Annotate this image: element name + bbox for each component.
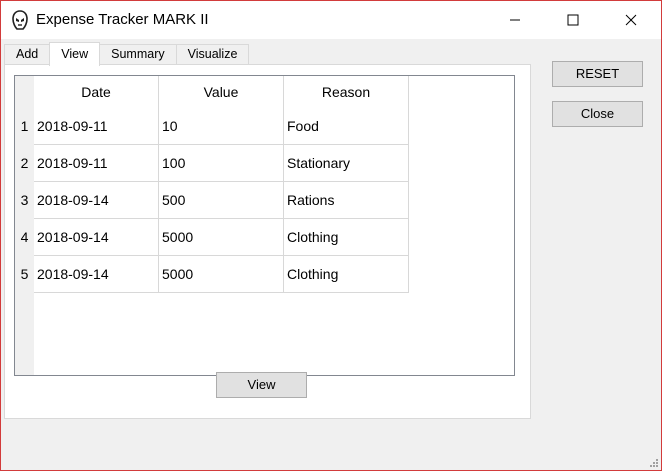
date-cell[interactable]: 2018-09-11 xyxy=(34,145,159,182)
minimize-icon xyxy=(510,19,520,21)
maximize-icon xyxy=(567,14,579,26)
reason-cell[interactable]: Clothing xyxy=(284,256,409,293)
row-number[interactable]: 4 xyxy=(15,219,34,256)
header-row: Date Value Reason xyxy=(15,76,409,108)
view-button[interactable]: View xyxy=(216,372,307,398)
value-cell[interactable]: 10 xyxy=(159,108,284,145)
helmet-icon xyxy=(12,10,28,30)
window-title: Expense Tracker MARK II xyxy=(36,11,209,28)
table-row[interactable]: 3 2018-09-14 500 Rations xyxy=(15,182,409,219)
reason-cell[interactable]: Clothing xyxy=(284,219,409,256)
date-cell[interactable]: 2018-09-14 xyxy=(34,219,159,256)
table-row[interactable]: 1 2018-09-11 10 Food xyxy=(15,108,409,145)
table-row[interactable]: 4 2018-09-14 5000 Clothing xyxy=(15,219,409,256)
reason-cell[interactable]: Stationary xyxy=(284,145,409,182)
column-header-value[interactable]: Value xyxy=(159,76,284,108)
expense-table[interactable]: Date Value Reason 1 2018-09-11 10 Food 2… xyxy=(14,75,515,376)
tab-visualize[interactable]: Visualize xyxy=(175,44,250,64)
title-bar[interactable]: Expense Tracker MARK II xyxy=(1,1,661,39)
minimize-button[interactable] xyxy=(486,1,544,39)
close-window-button[interactable] xyxy=(602,1,660,39)
date-cell[interactable]: 2018-09-14 xyxy=(34,182,159,219)
app-window: Expense Tracker MARK II Add View Summary… xyxy=(0,0,662,471)
row-number[interactable]: 3 xyxy=(15,182,34,219)
close-button[interactable]: Close xyxy=(552,101,643,127)
date-cell[interactable]: 2018-09-14 xyxy=(34,256,159,293)
tab-summary[interactable]: Summary xyxy=(99,44,177,64)
table-grid: Date Value Reason 1 2018-09-11 10 Food 2… xyxy=(15,76,409,293)
tab-view[interactable]: View xyxy=(49,42,101,66)
value-cell[interactable]: 500 xyxy=(159,182,284,219)
column-header-date[interactable]: Date xyxy=(34,76,159,108)
row-number[interactable]: 5 xyxy=(15,256,34,293)
resize-grip-icon[interactable] xyxy=(649,458,659,468)
view-tab-panel: Date Value Reason 1 2018-09-11 10 Food 2… xyxy=(4,64,531,419)
tab-bar: Add View Summary Visualize xyxy=(4,42,250,66)
tab-add[interactable]: Add xyxy=(4,44,51,64)
date-cell[interactable]: 2018-09-11 xyxy=(34,108,159,145)
value-cell[interactable]: 5000 xyxy=(159,219,284,256)
corner-cell xyxy=(15,76,34,108)
column-header-reason[interactable]: Reason xyxy=(284,76,409,108)
reset-button[interactable]: RESET xyxy=(552,61,643,87)
reason-cell[interactable]: Rations xyxy=(284,182,409,219)
value-cell[interactable]: 100 xyxy=(159,145,284,182)
close-icon xyxy=(625,14,637,26)
tab-notebook: Add View Summary Visualize Date Value Re… xyxy=(4,39,531,419)
table-row[interactable]: 5 2018-09-14 5000 Clothing xyxy=(15,256,409,293)
table-row[interactable]: 2 2018-09-11 100 Stationary xyxy=(15,145,409,182)
maximize-button[interactable] xyxy=(544,1,602,39)
value-cell[interactable]: 5000 xyxy=(159,256,284,293)
reason-cell[interactable]: Food xyxy=(284,108,409,145)
row-number[interactable]: 1 xyxy=(15,108,34,145)
row-number[interactable]: 2 xyxy=(15,145,34,182)
